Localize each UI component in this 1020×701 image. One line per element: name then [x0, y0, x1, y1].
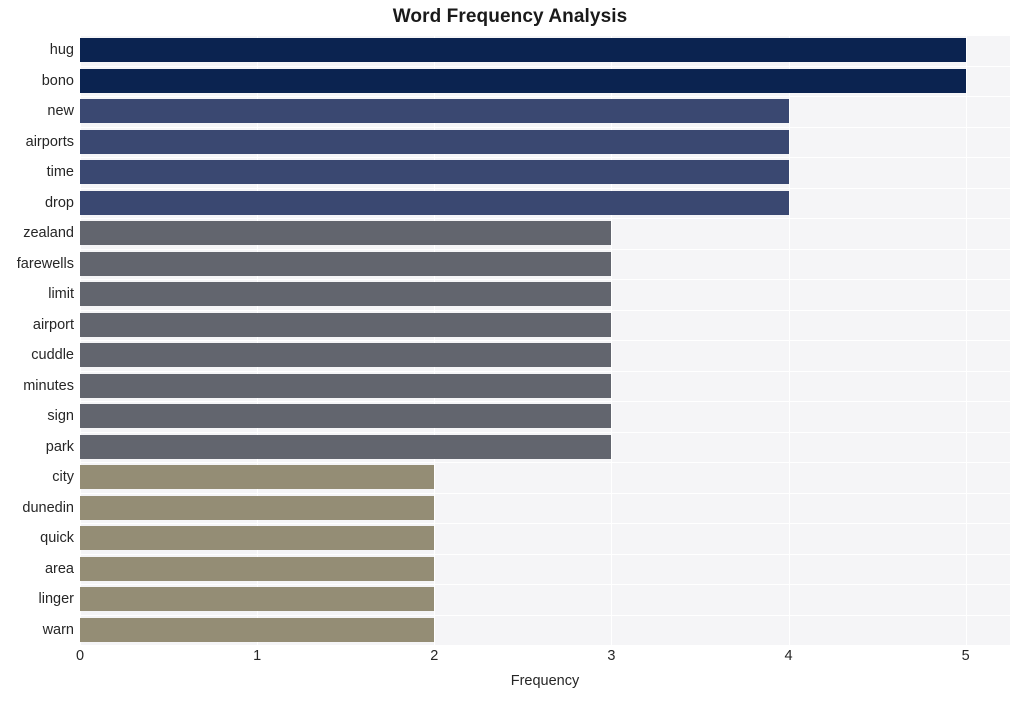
y-tick-label: bono — [41, 72, 74, 89]
x-tick-label: 5 — [961, 648, 970, 664]
bar-row[interactable] — [80, 462, 1010, 493]
y-tick-label: zealand — [23, 225, 74, 242]
y-axis-tick-labels: hug bono new airports time drop zealand farewel… — [0, 35, 74, 645]
x-tick-label: 0 — [75, 648, 85, 664]
bar[interactable] — [80, 495, 435, 520]
bar[interactable] — [80, 38, 966, 63]
bar[interactable] — [80, 556, 435, 581]
bar-row[interactable] — [80, 218, 1010, 249]
y-tick-label: drop — [44, 194, 74, 211]
bar-row[interactable] — [80, 554, 1010, 585]
y-tick-label: quick — [40, 530, 74, 547]
bar-row[interactable] — [80, 96, 1010, 127]
bar-row[interactable] — [80, 401, 1010, 432]
bar[interactable] — [80, 526, 435, 551]
bar[interactable] — [80, 99, 789, 124]
y-tick-label: airport — [32, 316, 74, 333]
bar[interactable] — [80, 434, 612, 459]
y-tick-label: hug — [49, 42, 74, 59]
y-tick-label: linger — [38, 591, 74, 608]
bar-row[interactable] — [80, 35, 1010, 66]
bar[interactable] — [80, 282, 612, 307]
bar-row[interactable] — [80, 279, 1010, 310]
bar-row[interactable] — [80, 340, 1010, 371]
y-tick-label: park — [45, 438, 74, 455]
bar[interactable] — [80, 190, 789, 215]
y-tick-label: airports — [25, 133, 74, 150]
bar-row[interactable] — [80, 493, 1010, 524]
bar-row[interactable] — [80, 157, 1010, 188]
x-tick-label: 4 — [784, 648, 793, 664]
bar[interactable] — [80, 373, 612, 398]
y-tick-label: limit — [48, 286, 74, 303]
x-tick-label: 3 — [607, 648, 616, 664]
bar[interactable] — [80, 251, 612, 276]
bar-row[interactable] — [80, 432, 1010, 463]
bar[interactable] — [80, 343, 612, 368]
bar[interactable] — [80, 221, 612, 246]
bar-row[interactable] — [80, 310, 1010, 341]
x-axis-tick-labels: 0 1 2 3 4 5 — [0, 648, 1020, 672]
bar-series — [80, 35, 1010, 645]
y-tick-label: warn — [42, 621, 74, 638]
bar[interactable] — [80, 68, 966, 93]
bar-row[interactable] — [80, 584, 1010, 615]
y-tick-label: time — [46, 164, 74, 181]
y-tick-label: farewells — [16, 255, 74, 272]
bar[interactable] — [80, 617, 435, 642]
bar-row[interactable] — [80, 188, 1010, 219]
y-tick-label: cuddle — [31, 347, 74, 364]
x-tick-label: 2 — [430, 648, 439, 664]
gridline-horizontal — [80, 645, 1010, 646]
bar[interactable] — [80, 312, 612, 337]
bar-row[interactable] — [80, 66, 1010, 97]
bar[interactable] — [80, 404, 612, 429]
chart-title: Word Frequency Analysis — [392, 6, 628, 27]
bar-row[interactable] — [80, 523, 1010, 554]
y-tick-label: dunedin — [22, 499, 74, 516]
y-tick-label: new — [47, 103, 74, 120]
bar[interactable] — [80, 160, 789, 185]
y-tick-label: minutes — [23, 377, 74, 394]
bar-row[interactable] — [80, 249, 1010, 280]
y-tick-label: sign — [47, 408, 74, 425]
bar[interactable] — [80, 129, 789, 154]
bar-row[interactable] — [80, 371, 1010, 402]
x-tick-label: 1 — [253, 648, 262, 664]
bar-row[interactable] — [80, 615, 1010, 646]
word-frequency-chart-figure: Word Frequency Analysis hug bono new airpor… — [0, 0, 1020, 701]
bar-row[interactable] — [80, 127, 1010, 158]
y-tick-label: area — [44, 560, 74, 577]
x-axis-label: Frequency — [510, 673, 580, 689]
y-tick-label: city — [52, 469, 74, 486]
plot-area — [80, 35, 1010, 646]
bar[interactable] — [80, 587, 435, 612]
bar[interactable] — [80, 465, 435, 490]
